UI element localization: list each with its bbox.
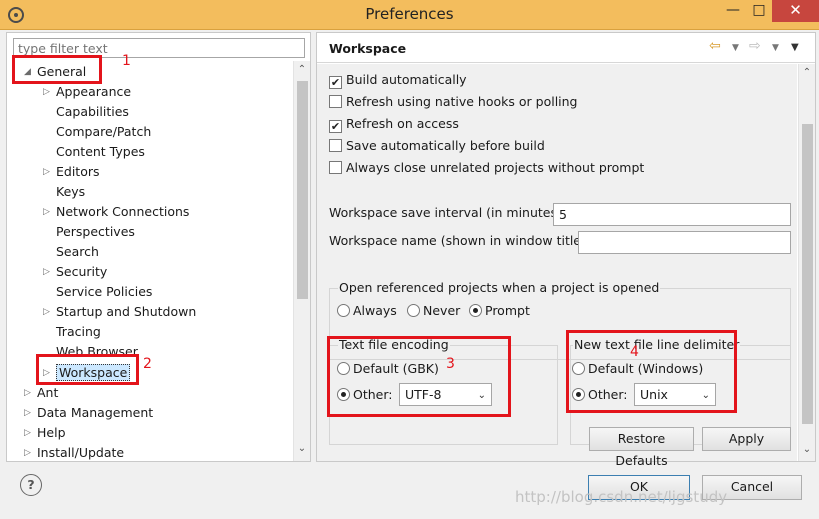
collapsed-arrow-icon[interactable]: ▷ bbox=[24, 383, 31, 403]
scroll-thumb[interactable] bbox=[297, 81, 308, 299]
tree-item-help[interactable]: ▷ Help bbox=[24, 423, 66, 443]
scroll-thumb[interactable] bbox=[802, 124, 813, 424]
page-title: Workspace bbox=[329, 41, 407, 56]
annotation-box-delimiter bbox=[566, 330, 737, 413]
open-always-radio[interactable]: Always bbox=[337, 301, 397, 321]
annotation-number-4: 4 bbox=[630, 344, 639, 360]
refresh-on-access-checkbox[interactable]: ✔ Refresh on access bbox=[329, 114, 459, 134]
tree-item-compare-patch[interactable]: Compare/Patch bbox=[56, 122, 151, 142]
checkbox-checked-icon[interactable]: ✔ bbox=[329, 76, 342, 89]
collapsed-arrow-icon[interactable]: ▷ bbox=[43, 262, 50, 282]
collapsed-arrow-icon[interactable]: ▷ bbox=[24, 423, 31, 443]
annotation-box-workspace bbox=[36, 354, 139, 385]
tree-item-content-types[interactable]: Content Types bbox=[56, 142, 145, 162]
radio-icon[interactable] bbox=[337, 304, 350, 317]
save-interval-field[interactable]: 5 bbox=[553, 203, 791, 226]
refresh-native-hooks-checkbox[interactable]: Refresh using native hooks or polling bbox=[329, 92, 578, 112]
scroll-up-icon[interactable]: ⌃ bbox=[294, 64, 310, 75]
scroll-down-icon[interactable]: ⌄ bbox=[294, 443, 310, 454]
radio-selected-icon[interactable] bbox=[469, 304, 482, 317]
save-interval-label: Workspace save interval (in minutes): bbox=[329, 205, 567, 220]
annotation-number-2: 2 bbox=[143, 356, 152, 372]
open-prompt-radio[interactable]: Prompt bbox=[469, 301, 530, 321]
collapsed-arrow-icon[interactable]: ▷ bbox=[43, 162, 50, 182]
radio-icon[interactable] bbox=[407, 304, 420, 317]
annotation-box-general bbox=[12, 55, 102, 84]
preferences-tree-pane: ◢ General ▷Appearance Capabilities Compa… bbox=[6, 32, 311, 462]
collapsed-arrow-icon[interactable]: ▷ bbox=[24, 443, 31, 460]
annotation-number-3: 3 bbox=[446, 356, 455, 372]
annotation-box-encoding bbox=[327, 336, 511, 417]
tree-item-network-connections[interactable]: ▷ Network Connections bbox=[43, 202, 189, 222]
minimize-button[interactable]: — bbox=[720, 0, 746, 22]
tree-item-install-update[interactable]: ▷ Install/Update bbox=[24, 443, 124, 460]
annotation-number-1: 1 bbox=[122, 53, 131, 69]
tree-item-keys[interactable]: Keys bbox=[56, 182, 85, 202]
save-before-build-checkbox[interactable]: Save automatically before build bbox=[329, 136, 545, 156]
forward-arrow-icon[interactable]: ⇨ bbox=[749, 38, 761, 54]
apply-button[interactable]: Apply bbox=[702, 427, 791, 451]
tree-item-search[interactable]: Search bbox=[56, 242, 99, 262]
collapsed-arrow-icon[interactable]: ▷ bbox=[43, 202, 50, 222]
tree-item-appearance[interactable]: ▷ Appearance bbox=[43, 82, 131, 102]
tree-item-ant[interactable]: ▷ Ant bbox=[24, 383, 58, 403]
scroll-down-icon[interactable]: ⌄ bbox=[799, 444, 815, 455]
tree-item-capabilities[interactable]: Capabilities bbox=[56, 102, 129, 122]
tree-item-editors[interactable]: ▷ Editors bbox=[43, 162, 100, 182]
checkbox-unchecked-icon[interactable] bbox=[329, 161, 342, 174]
checkbox-unchecked-icon[interactable] bbox=[329, 95, 342, 108]
tree-scrollbar[interactable]: ⌃ ⌄ bbox=[293, 61, 310, 461]
workspace-name-field[interactable] bbox=[578, 231, 791, 254]
page-header: Workspace ⇦ ▼ ⇨ ▼ ▼ bbox=[317, 33, 815, 63]
preferences-tree: ◢ General ▷ Appearance Capabilities Compa… bbox=[7, 62, 291, 460]
back-menu-icon[interactable]: ▼ bbox=[732, 43, 739, 53]
collapsed-arrow-icon[interactable]: ▷ bbox=[43, 82, 50, 102]
tree-item-perspectives[interactable]: Perspectives bbox=[56, 222, 135, 242]
tree-item-service-policies[interactable]: Service Policies bbox=[56, 282, 152, 302]
restore-defaults-button[interactable]: Restore Defaults bbox=[589, 427, 694, 468]
collapsed-arrow-icon[interactable]: ▷ bbox=[24, 403, 31, 423]
checkbox-unchecked-icon[interactable] bbox=[329, 139, 342, 152]
close-unrelated-projects-checkbox[interactable]: Always close unrelated projects without … bbox=[329, 158, 644, 178]
scroll-up-icon[interactable]: ⌃ bbox=[799, 67, 815, 78]
tree-item-data-management[interactable]: ▷ Data Management bbox=[24, 403, 153, 423]
back-arrow-icon[interactable]: ⇦ bbox=[709, 38, 721, 54]
page-scrollbar[interactable]: ⌃ ⌄ bbox=[798, 64, 815, 461]
help-icon[interactable]: ? bbox=[20, 474, 42, 496]
close-button[interactable]: ✕ bbox=[772, 0, 819, 22]
title-bar: Preferences — □ ✕ bbox=[0, 0, 819, 30]
tree-item-startup-and-shutdown[interactable]: ▷ Startup and Shutdown bbox=[43, 302, 196, 322]
view-menu-icon[interactable]: ▼ bbox=[791, 42, 799, 53]
open-referenced-label: Open referenced projects when a project … bbox=[338, 280, 661, 295]
workspace-name-label: Workspace name (shown in window title): bbox=[329, 233, 591, 248]
checkbox-checked-icon[interactable]: ✔ bbox=[329, 120, 342, 133]
tree-item-tracing[interactable]: Tracing bbox=[56, 322, 101, 342]
open-never-radio[interactable]: Never bbox=[407, 301, 460, 321]
build-automatically-checkbox[interactable]: ✔ Build automatically bbox=[329, 70, 467, 90]
forward-menu-icon[interactable]: ▼ bbox=[772, 43, 779, 53]
collapsed-arrow-icon[interactable]: ▷ bbox=[43, 302, 50, 322]
maximize-button[interactable]: □ bbox=[746, 0, 772, 22]
watermark: http://blog.csdn.net/ljgstudy bbox=[515, 488, 728, 506]
window-title: Preferences bbox=[365, 5, 454, 23]
tree-item-security[interactable]: ▷ Security bbox=[43, 262, 107, 282]
